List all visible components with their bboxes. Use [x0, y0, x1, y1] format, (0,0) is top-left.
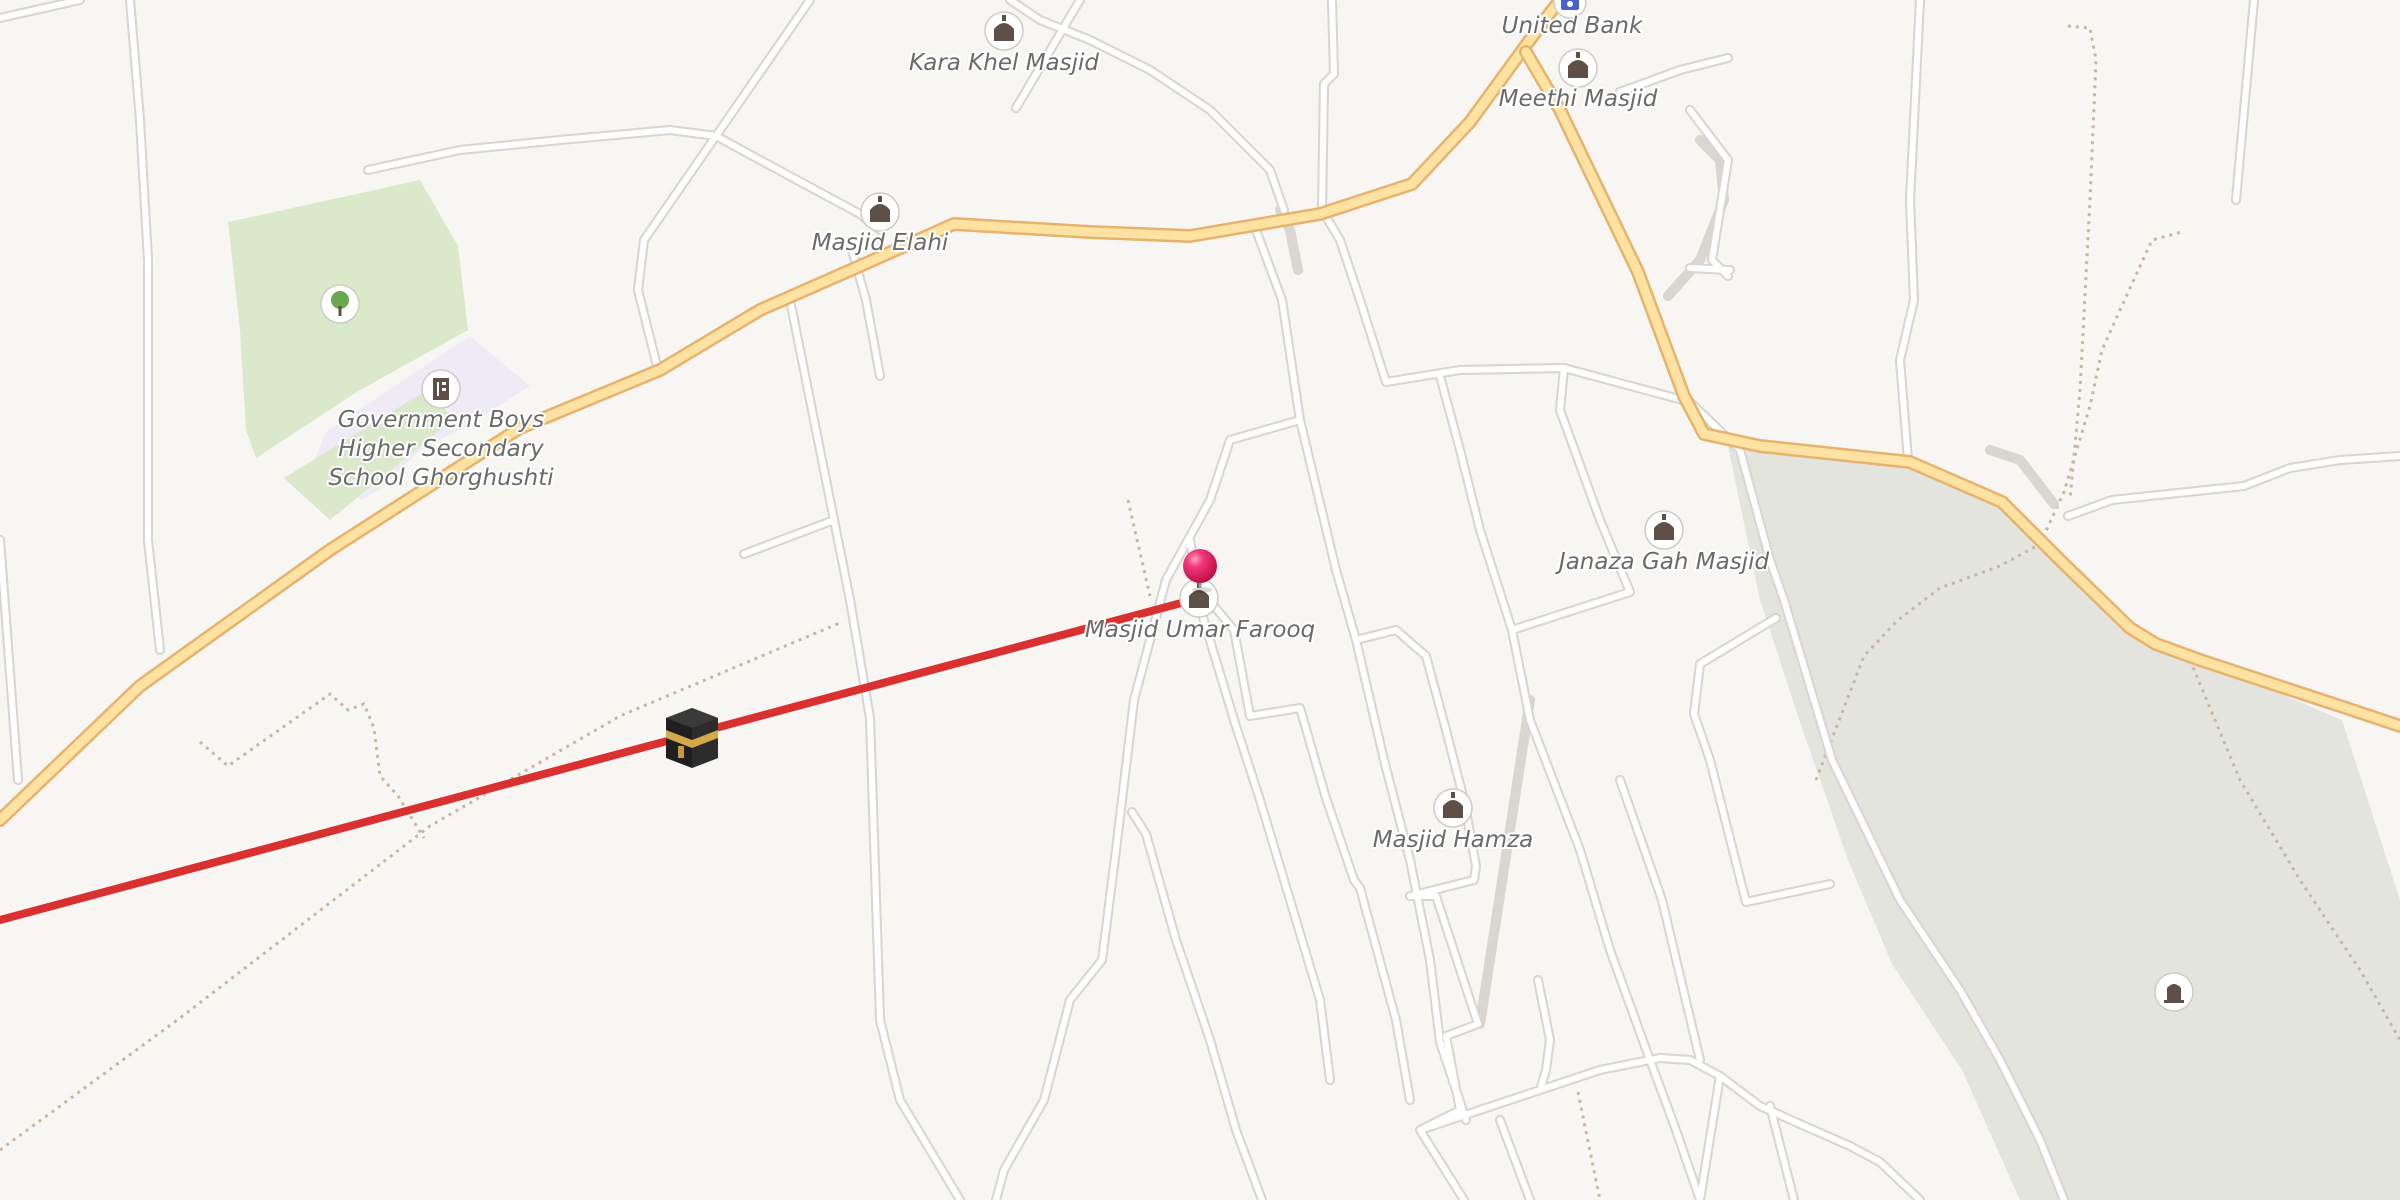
label-school-line1[interactable]: Government Boys — [336, 405, 547, 435]
map-canvas[interactable]: Kara Khel Masjid United Bank Meethi Masj… — [0, 0, 2400, 1200]
label-school-line2[interactable]: Higher Secondary — [336, 434, 546, 464]
mosque-icon[interactable] — [1644, 510, 1684, 550]
label-united-bank[interactable]: United Bank — [1500, 11, 1646, 41]
label-kara-khel-masjid[interactable]: Kara Khel Masjid — [907, 48, 1101, 78]
label-school-line3[interactable]: School Ghorghushti — [326, 463, 556, 493]
label-masjid-hamza[interactable]: Masjid Hamza — [1371, 825, 1536, 855]
label-masjid-elahi[interactable]: Masjid Elahi — [810, 228, 951, 258]
mosque-icon[interactable] — [1433, 788, 1473, 828]
label-janaza-gah-masjid[interactable]: Janaza Gah Masjid — [1553, 547, 1772, 577]
label-meethi-masjid[interactable]: Meethi Masjid — [1497, 84, 1660, 114]
grave-icon[interactable] — [2154, 972, 2194, 1012]
mosque-icon[interactable] — [860, 192, 900, 232]
tree-icon[interactable] — [320, 284, 360, 324]
mosque-icon[interactable] — [984, 11, 1024, 51]
kaaba-icon[interactable] — [666, 708, 718, 768]
mosque-icon[interactable] — [1558, 48, 1598, 88]
school-icon[interactable] — [421, 369, 461, 409]
label-masjid-umar-farooq[interactable]: Masjid Umar Farooq — [1083, 615, 1317, 645]
